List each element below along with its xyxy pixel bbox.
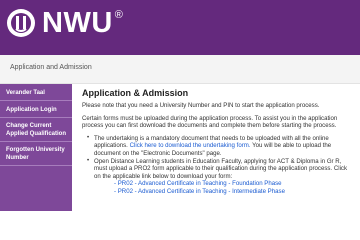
site-header: NWU ® (0, 0, 360, 55)
sidebar-item-verander-taal[interactable]: Verander Taal (0, 84, 72, 101)
registered-mark: ® (114, 9, 123, 21)
nwu-emblem-icon (7, 9, 35, 37)
requirements-list: • The undertaking is a mandatory documen… (87, 135, 352, 196)
sidebar-item-forgotten-number[interactable]: Forgotten University Number (0, 142, 72, 166)
breadcrumb: Application and Admission (10, 64, 92, 71)
main-content: Application & Admission Please note that… (82, 88, 352, 196)
brand-name: NWU (42, 7, 113, 39)
forms-paragraph: Certain forms must be uploaded during th… (82, 114, 338, 130)
pr02-intermediate-link[interactable]: - PR02 - Advanced Certificate in Teachin… (114, 188, 352, 196)
nwu-logo[interactable]: NWU ® (6, 7, 123, 40)
sidebar-item-application-login[interactable]: Application Login (0, 101, 72, 118)
list-item: • The undertaking is a mandatory documen… (87, 135, 352, 158)
sidebar-item-change-qualification[interactable]: Change Current Applied Qualification (0, 118, 72, 142)
list-item: • Open Distance Learning students in Edu… (87, 157, 352, 196)
breadcrumb-bar: Application and Admission (0, 55, 360, 84)
page-title: Application & Admission (82, 88, 189, 98)
pr02-foundation-link[interactable]: - PR02 - Advanced Certificate in Teachin… (114, 180, 352, 188)
bullet-icon: • (87, 134, 90, 141)
bullet-icon: • (87, 157, 90, 164)
undertaking-download-link[interactable]: Click here to download the undertaking f… (130, 142, 251, 149)
sidebar: Verander Taal Application Login Change C… (0, 84, 72, 211)
pr02-links: - PR02 - Advanced Certificate in Teachin… (114, 180, 352, 195)
intro-paragraph: Please note that you need a University N… (82, 102, 320, 109)
odl-text: Open Distance Learning students in Educa… (94, 157, 348, 180)
